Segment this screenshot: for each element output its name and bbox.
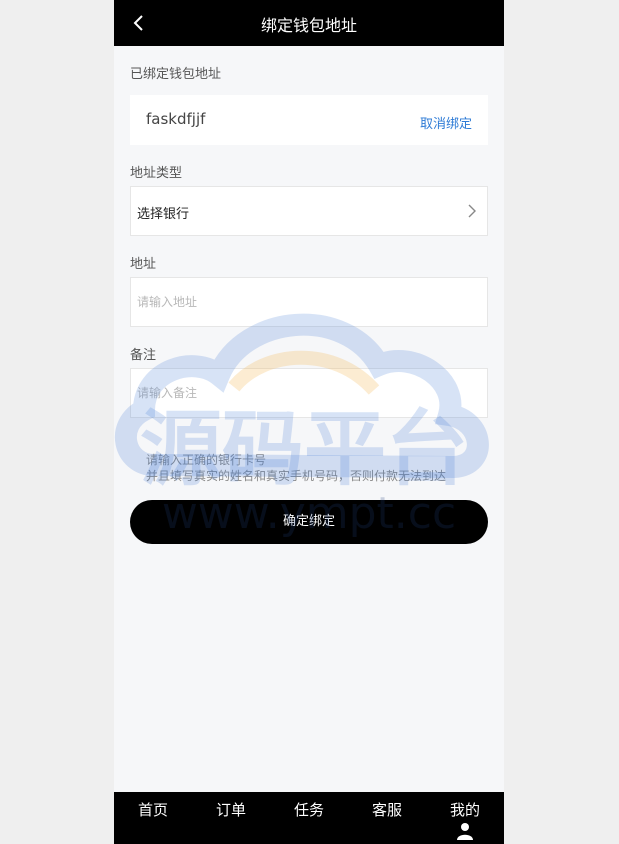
phone-screen: 绑定钱包地址 已绑定钱包地址 faskdfjjf 取消绑定 地址类型 选择银行 … [114,0,504,844]
address-input-box [130,277,488,327]
tips-line-1: 请输入正确的银行卡号 [146,453,267,467]
top-bar: 绑定钱包地址 [114,0,504,46]
user-icon [457,823,473,840]
tab-service-label: 客服 [371,801,402,819]
remark-input-box [130,368,488,418]
unbind-button[interactable]: 取消绑定 [420,113,472,132]
address-type-select[interactable]: 选择银行 [130,186,488,236]
bound-address-value: faskdfjjf [146,110,206,128]
tab-service[interactable]: 客服 [348,792,426,844]
chevron-right-icon [468,204,476,218]
address-input[interactable] [131,278,487,326]
tab-mine[interactable]: 我的 [426,792,504,844]
tab-orders[interactable]: 订单 [192,792,270,844]
confirm-bind-button[interactable]: 确定绑定 [130,500,488,544]
tab-home[interactable]: 首页 [114,792,192,844]
remark-label: 备注 [130,348,157,363]
bound-address-card: faskdfjjf 取消绑定 [130,95,488,145]
address-type-label: 地址类型 [130,166,183,181]
bound-address-label: 已绑定钱包地址 [130,67,222,82]
tab-tasks[interactable]: 任务 [270,792,348,844]
tips-line-2: 并且填写真实的姓名和真实手机号码，否则付款无法到达 [146,469,447,483]
tab-tasks-label: 任务 [293,801,324,819]
tab-orders-label: 订单 [215,801,246,819]
tips-text: 请输入正确的银行卡号 并且填写真实的姓名和真实手机号码，否则付款无法到达 [146,452,446,484]
tab-mine-label: 我的 [449,801,480,819]
bottom-tab-bar: 首页 订单 任务 客服 我的 [114,792,504,844]
page-title: 绑定钱包地址 [260,16,357,35]
tab-home-label: 首页 [137,801,168,819]
address-type-value: 选择银行 [137,207,190,222]
address-label: 地址 [130,257,157,272]
remark-input[interactable] [131,369,487,417]
